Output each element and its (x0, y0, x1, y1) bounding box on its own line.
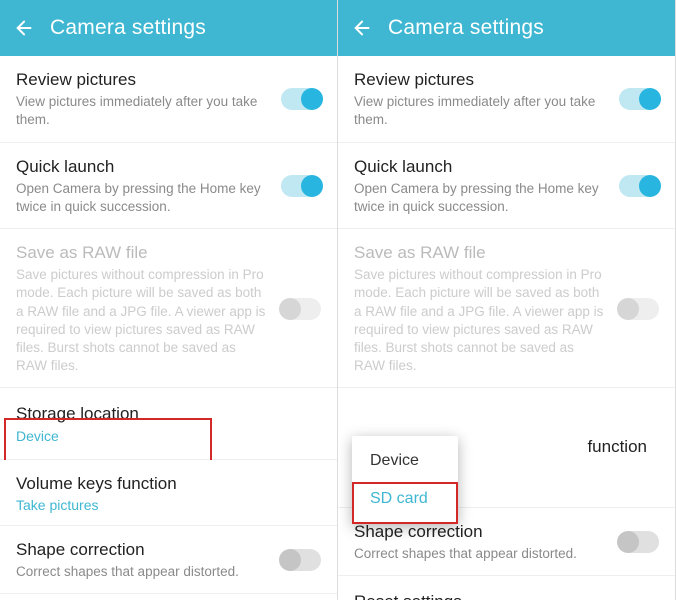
setting-quick-launch[interactable]: Quick launch Open Camera by pressing the… (0, 143, 337, 230)
toggle-shape-correction[interactable] (619, 531, 659, 553)
setting-volume-keys[interactable]: Volume keys function Take pictures (0, 460, 337, 526)
setting-value: Device (16, 428, 309, 444)
setting-title: Review pictures (16, 69, 269, 91)
setting-value: Take pictures (16, 497, 309, 513)
setting-subtitle: Correct shapes that appear distorted. (354, 545, 607, 563)
toggle-shape-correction[interactable] (281, 549, 321, 571)
setting-subtitle: Save pictures without compression in Pro… (354, 266, 607, 375)
popup-option-sdcard[interactable]: SD card (352, 480, 458, 518)
setting-subtitle: Open Camera by pressing the Home key twi… (354, 180, 607, 216)
toggle-quick-launch[interactable] (281, 175, 321, 197)
setting-review-pictures[interactable]: Review pictures View pictures immediatel… (0, 56, 337, 143)
popup-option-device[interactable]: Device (352, 442, 458, 480)
setting-subtitle: Open Camera by pressing the Home key twi… (16, 180, 269, 216)
toggle-quick-launch[interactable] (619, 175, 659, 197)
setting-subtitle: Correct shapes that appear distorted. (16, 563, 269, 581)
setting-subtitle: View pictures immediately after you take… (16, 93, 269, 129)
toggle-review-pictures[interactable] (281, 88, 321, 110)
app-header: Camera settings (0, 0, 337, 56)
left-panel: Camera settings Review pictures View pic… (0, 0, 338, 600)
header-title: Camera settings (388, 16, 544, 40)
back-icon[interactable] (14, 17, 36, 39)
settings-list: Review pictures View pictures immediatel… (338, 56, 675, 600)
storage-location-popup: Device SD card (352, 436, 458, 524)
setting-title: Volume keys function (16, 473, 309, 495)
setting-subtitle: Save pictures without compression in Pro… (16, 266, 269, 375)
setting-storage-location[interactable]: Storage location Device (0, 388, 337, 459)
toggle-save-raw (619, 298, 659, 320)
setting-title: Storage location (16, 403, 309, 425)
setting-subtitle: View pictures immediately after you take… (354, 93, 607, 129)
setting-title: Quick launch (16, 156, 269, 178)
back-icon[interactable] (352, 17, 374, 39)
setting-title: Quick launch (354, 156, 607, 178)
setting-review-pictures[interactable]: Review pictures View pictures immediatel… (338, 56, 675, 143)
right-panel: Camera settings Review pictures View pic… (338, 0, 676, 600)
setting-save-raw: Save as RAW file Save pictures without c… (0, 229, 337, 388)
app-header: Camera settings (338, 0, 675, 56)
header-title: Camera settings (50, 16, 206, 40)
setting-title: Save as RAW file (354, 242, 607, 264)
setting-reset[interactable]: Reset settings (0, 594, 337, 600)
toggle-save-raw (281, 298, 321, 320)
toggle-review-pictures[interactable] (619, 88, 659, 110)
settings-list: Review pictures View pictures immediatel… (0, 56, 337, 600)
setting-shape-correction[interactable]: Shape correction Correct shapes that app… (0, 526, 337, 594)
setting-save-raw: Save as RAW file Save pictures without c… (338, 229, 675, 388)
setting-title: Shape correction (16, 539, 269, 561)
setting-title: Save as RAW file (16, 242, 269, 264)
setting-title: Review pictures (354, 69, 607, 91)
setting-title: Reset settings (354, 591, 647, 600)
setting-quick-launch[interactable]: Quick launch Open Camera by pressing the… (338, 143, 675, 230)
setting-reset[interactable]: Reset settings (338, 576, 675, 600)
